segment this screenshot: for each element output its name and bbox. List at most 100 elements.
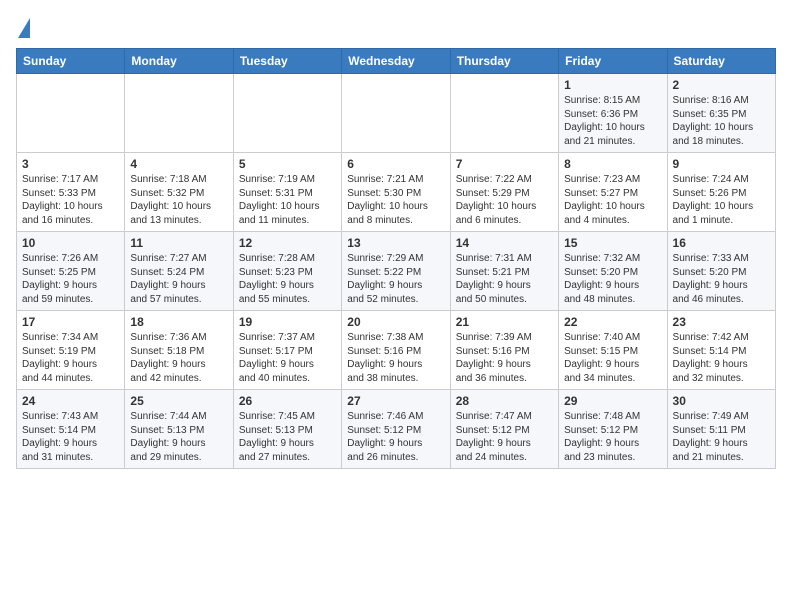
day-cell: 2 Sunrise: 8:16 AM Sunset: 6:35 PM Daylig… <box>667 74 775 153</box>
day-info: Sunrise: 7:21 AM Sunset: 5:30 PM Dayligh… <box>347 173 444 227</box>
day-info: Sunrise: 7:49 AM Sunset: 5:11 PM Dayligh… <box>673 410 770 464</box>
day-cell <box>125 74 233 153</box>
day-number: 3 <box>22 157 119 171</box>
day-number: 9 <box>673 157 770 171</box>
day-number: 27 <box>347 394 444 408</box>
day-cell: 22 Sunrise: 7:40 AM Sunset: 5:15 PM Dayli… <box>559 311 667 390</box>
day-number: 26 <box>239 394 336 408</box>
week-row-2: 3Sunrise: 7:17 AM Sunset: 5:33 PM Daylig… <box>17 153 776 232</box>
day-cell: 24 Sunrise: 7:43 AM Sunset: 5:14 PM Dayli… <box>17 390 125 469</box>
day-cell: 20 Sunrise: 7:38 AM Sunset: 5:16 PM Dayli… <box>342 311 450 390</box>
day-number: 21 <box>456 315 553 329</box>
day-cell <box>342 74 450 153</box>
day-info: Sunrise: 7:39 AM Sunset: 5:16 PM Dayligh… <box>456 331 553 385</box>
day-info: Sunrise: 7:32 AM Sunset: 5:20 PM Dayligh… <box>564 252 661 306</box>
day-number: 30 <box>673 394 770 408</box>
day-cell: 18 Sunrise: 7:36 AM Sunset: 5:18 PM Dayli… <box>125 311 233 390</box>
day-cell: 6 Sunrise: 7:21 AM Sunset: 5:30 PM Daylig… <box>342 153 450 232</box>
day-cell: 11 Sunrise: 7:27 AM Sunset: 5:24 PM Dayli… <box>125 232 233 311</box>
weekday-header-tuesday: Tuesday <box>233 49 341 74</box>
day-cell: 17 Sunrise: 7:34 AM Sunset: 5:19 PM Dayli… <box>17 311 125 390</box>
day-cell: 12 Sunrise: 7:28 AM Sunset: 5:23 PM Dayli… <box>233 232 341 311</box>
week-row-4: 17 Sunrise: 7:34 AM Sunset: 5:19 PM Dayli… <box>17 311 776 390</box>
day-info: Sunrise: 7:40 AM Sunset: 5:15 PM Dayligh… <box>564 331 661 385</box>
day-number: 16 <box>673 236 770 250</box>
day-cell: 4Sunrise: 7:18 AM Sunset: 5:32 PM Daylig… <box>125 153 233 232</box>
day-info: Sunrise: 7:36 AM Sunset: 5:18 PM Dayligh… <box>130 331 227 385</box>
weekday-header-friday: Friday <box>559 49 667 74</box>
day-number: 13 <box>347 236 444 250</box>
day-info: Sunrise: 7:34 AM Sunset: 5:19 PM Dayligh… <box>22 331 119 385</box>
day-cell: 7 Sunrise: 7:22 AM Sunset: 5:29 PM Daylig… <box>450 153 558 232</box>
day-number: 22 <box>564 315 661 329</box>
day-number: 8 <box>564 157 661 171</box>
day-info: Sunrise: 7:37 AM Sunset: 5:17 PM Dayligh… <box>239 331 336 385</box>
logo <box>16 16 30 38</box>
day-info: Sunrise: 7:33 AM Sunset: 5:20 PM Dayligh… <box>673 252 770 306</box>
day-number: 29 <box>564 394 661 408</box>
day-cell: 15 Sunrise: 7:32 AM Sunset: 5:20 PM Dayli… <box>559 232 667 311</box>
day-info: Sunrise: 7:47 AM Sunset: 5:12 PM Dayligh… <box>456 410 553 464</box>
weekday-header-thursday: Thursday <box>450 49 558 74</box>
calendar: SundayMondayTuesdayWednesdayThursdayFrid… <box>16 48 776 469</box>
day-info: Sunrise: 7:19 AM Sunset: 5:31 PM Dayligh… <box>239 173 336 227</box>
day-number: 7 <box>456 157 553 171</box>
day-info: Sunrise: 7:42 AM Sunset: 5:14 PM Dayligh… <box>673 331 770 385</box>
day-info: Sunrise: 7:28 AM Sunset: 5:23 PM Dayligh… <box>239 252 336 306</box>
weekday-header-monday: Monday <box>125 49 233 74</box>
day-number: 18 <box>130 315 227 329</box>
weekday-header-row: SundayMondayTuesdayWednesdayThursdayFrid… <box>17 49 776 74</box>
day-cell: 13 Sunrise: 7:29 AM Sunset: 5:22 PM Dayli… <box>342 232 450 311</box>
weekday-header-saturday: Saturday <box>667 49 775 74</box>
logo-triangle-icon <box>18 18 30 38</box>
day-number: 2 <box>673 78 770 92</box>
day-number: 10 <box>22 236 119 250</box>
day-cell: 29 Sunrise: 7:48 AM Sunset: 5:12 PM Dayli… <box>559 390 667 469</box>
day-info: Sunrise: 7:46 AM Sunset: 5:12 PM Dayligh… <box>347 410 444 464</box>
week-row-5: 24 Sunrise: 7:43 AM Sunset: 5:14 PM Dayli… <box>17 390 776 469</box>
day-info: Sunrise: 7:43 AM Sunset: 5:14 PM Dayligh… <box>22 410 119 464</box>
day-info: Sunrise: 7:48 AM Sunset: 5:12 PM Dayligh… <box>564 410 661 464</box>
day-info: Sunrise: 7:45 AM Sunset: 5:13 PM Dayligh… <box>239 410 336 464</box>
day-cell <box>450 74 558 153</box>
day-info: Sunrise: 7:31 AM Sunset: 5:21 PM Dayligh… <box>456 252 553 306</box>
day-cell: 1 Sunrise: 8:15 AM Sunset: 6:36 PM Daylig… <box>559 74 667 153</box>
page: SundayMondayTuesdayWednesdayThursdayFrid… <box>0 0 792 481</box>
day-cell: 9 Sunrise: 7:24 AM Sunset: 5:26 PM Daylig… <box>667 153 775 232</box>
weekday-header-sunday: Sunday <box>17 49 125 74</box>
weekday-header-wednesday: Wednesday <box>342 49 450 74</box>
week-row-3: 10 Sunrise: 7:26 AM Sunset: 5:25 PM Dayli… <box>17 232 776 311</box>
day-cell: 14Sunrise: 7:31 AM Sunset: 5:21 PM Dayli… <box>450 232 558 311</box>
day-number: 6 <box>347 157 444 171</box>
day-number: 15 <box>564 236 661 250</box>
day-cell <box>233 74 341 153</box>
day-info: Sunrise: 8:16 AM Sunset: 6:35 PM Dayligh… <box>673 94 770 148</box>
day-number: 28 <box>456 394 553 408</box>
day-number: 20 <box>347 315 444 329</box>
day-number: 5 <box>239 157 336 171</box>
day-info: Sunrise: 7:29 AM Sunset: 5:22 PM Dayligh… <box>347 252 444 306</box>
week-row-1: 1 Sunrise: 8:15 AM Sunset: 6:36 PM Daylig… <box>17 74 776 153</box>
day-number: 17 <box>22 315 119 329</box>
day-number: 23 <box>673 315 770 329</box>
day-cell: 3Sunrise: 7:17 AM Sunset: 5:33 PM Daylig… <box>17 153 125 232</box>
day-cell: 10 Sunrise: 7:26 AM Sunset: 5:25 PM Dayli… <box>17 232 125 311</box>
day-info: Sunrise: 7:22 AM Sunset: 5:29 PM Dayligh… <box>456 173 553 227</box>
header <box>16 16 776 38</box>
day-info: Sunrise: 7:23 AM Sunset: 5:27 PM Dayligh… <box>564 173 661 227</box>
day-info: Sunrise: 7:26 AM Sunset: 5:25 PM Dayligh… <box>22 252 119 306</box>
day-cell: 28 Sunrise: 7:47 AM Sunset: 5:12 PM Dayli… <box>450 390 558 469</box>
day-number: 1 <box>564 78 661 92</box>
day-cell: 8 Sunrise: 7:23 AM Sunset: 5:27 PM Daylig… <box>559 153 667 232</box>
day-info: Sunrise: 7:24 AM Sunset: 5:26 PM Dayligh… <box>673 173 770 227</box>
day-info: Sunrise: 8:15 AM Sunset: 6:36 PM Dayligh… <box>564 94 661 148</box>
day-info: Sunrise: 7:38 AM Sunset: 5:16 PM Dayligh… <box>347 331 444 385</box>
day-cell: 21 Sunrise: 7:39 AM Sunset: 5:16 PM Dayli… <box>450 311 558 390</box>
day-number: 24 <box>22 394 119 408</box>
day-info: Sunrise: 7:27 AM Sunset: 5:24 PM Dayligh… <box>130 252 227 306</box>
day-number: 11 <box>130 236 227 250</box>
day-cell: 30 Sunrise: 7:49 AM Sunset: 5:11 PM Dayli… <box>667 390 775 469</box>
day-cell <box>17 74 125 153</box>
day-number: 12 <box>239 236 336 250</box>
day-number: 25 <box>130 394 227 408</box>
